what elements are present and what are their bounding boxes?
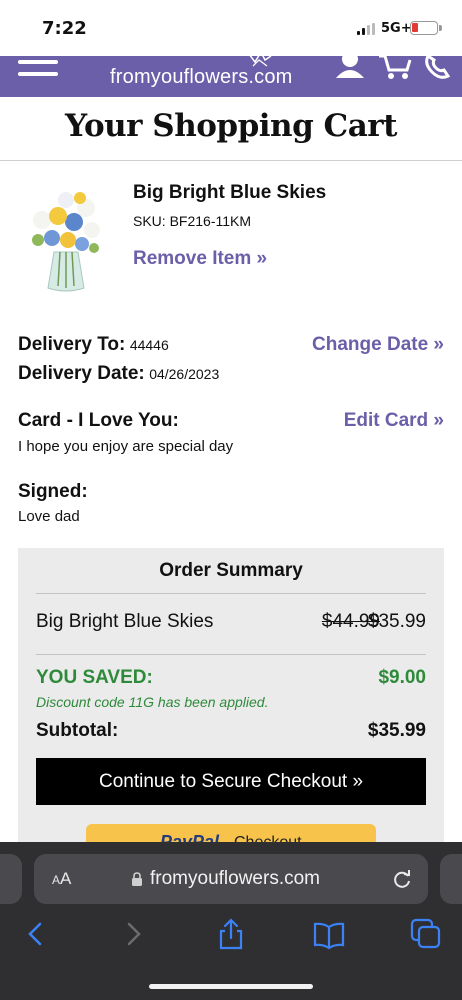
signed-label: Signed: [18,481,88,502]
previous-tab-preview[interactable] [0,854,22,904]
menu-icon[interactable] [18,60,58,82]
discount-note: Discount code 11G has been applied. [36,694,269,710]
order-summary: Order Summary Big Bright Blue Skies $44.… [18,548,444,854]
subtotal-value: $35.99 [367,720,426,741]
site-header: fromyouflowers.com [0,56,462,97]
divider [36,654,426,655]
account-icon[interactable] [334,56,366,78]
card-label: Card - I Love You: [18,410,179,431]
product-image [32,192,100,292]
back-icon[interactable] [19,917,53,951]
lock-icon [132,872,142,886]
edit-card-link[interactable]: Edit Card » [344,410,444,432]
delivery-to-row: Delivery To: 44446 [18,334,169,356]
divider [0,160,462,161]
browser-toolbar: AA fromyouflowers.com [0,842,462,1000]
url-text: fromyouflowers.com [150,868,320,889]
reload-icon[interactable] [391,868,413,890]
delivery-to-value: 44446 [129,337,169,353]
subtotal-label: Subtotal: [36,720,119,741]
secure-checkout-button[interactable]: Continue to Secure Checkout » [36,758,426,805]
home-indicator [149,984,313,989]
network-label: 5G+ [381,21,412,36]
delivery-date-row: Delivery Date: 04/26/2023 [18,363,219,385]
logo-flower-icon [249,56,272,67]
card-message: I hope you enjoy are special day [18,438,234,455]
status-bar: 7:22 5G+ [0,0,462,56]
forward-icon[interactable] [116,917,150,951]
cart-icon[interactable] [377,56,413,82]
battery-icon [410,21,442,35]
you-saved-value: $9.00 [378,667,426,688]
address-bar[interactable]: AA fromyouflowers.com [34,854,428,904]
product-name: Big Bright Blue Skies [133,182,327,203]
you-saved-label: YOU SAVED: [36,667,153,688]
delivery-date-value: 04/26/2023 [149,366,220,382]
summary-price: $35.99 [367,611,426,632]
summary-item-name: Big Bright Blue Skies [36,611,214,632]
product-sku: SKU: BF216-11KM [133,213,252,229]
text-size-button[interactable]: AA [52,869,71,889]
delivery-date-label: Delivery Date: [18,363,145,384]
divider [36,593,426,594]
phone-icon[interactable] [422,56,458,82]
browser-nav-row [0,917,462,951]
delivery-to-label: Delivery To: [18,334,126,355]
page-title: Your Shopping Cart [65,108,397,144]
order-summary-title: Order Summary [159,560,303,581]
remove-item-link[interactable]: Remove Item » [133,248,267,270]
change-date-link[interactable]: Change Date » [312,334,444,356]
signal-icon [357,23,377,35]
signed-value: Love dad [18,508,80,525]
status-time: 7:22 [42,18,87,39]
next-tab-preview[interactable] [440,854,462,904]
bookmarks-icon[interactable] [312,917,346,951]
share-icon[interactable] [214,917,248,951]
tabs-icon[interactable] [409,917,443,951]
